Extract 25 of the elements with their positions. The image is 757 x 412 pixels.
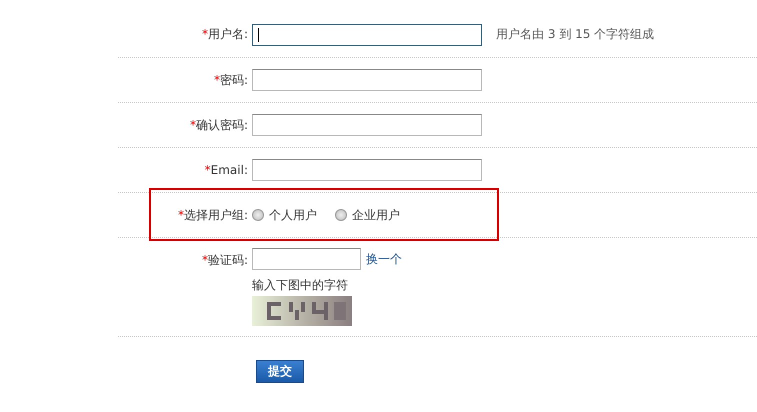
input-field[interactable] (252, 69, 482, 91)
required-mark: * (202, 253, 208, 267)
radio-button[interactable] (335, 209, 347, 221)
input-field[interactable] (252, 248, 361, 270)
required-mark: * (204, 163, 211, 177)
submit-button[interactable]: 提交 (256, 360, 304, 383)
required-mark: * (202, 27, 208, 41)
field-label: 用户名: (208, 27, 248, 41)
captcha-note: 输入下图中的字符 (252, 277, 348, 294)
field-label: 选择用户组: (184, 208, 248, 222)
required-mark: * (178, 208, 184, 222)
input-field[interactable] (252, 114, 482, 136)
radio-label[interactable]: 个人用户 (269, 206, 317, 224)
field-label: 密码: (220, 72, 248, 86)
refresh-link[interactable]: 换一个 (366, 250, 402, 268)
input-field[interactable] (252, 159, 482, 181)
field-label: 确认密码: (196, 118, 248, 132)
field-label: 验证码: (208, 253, 248, 267)
field-label: Email: (210, 163, 248, 177)
field-hint: 用户名由 3 到 15 个字符组成 (496, 26, 654, 43)
required-mark: * (190, 118, 196, 132)
required-mark: * (214, 72, 220, 86)
input-field[interactable] (252, 24, 482, 46)
radio-label[interactable]: 企业用户 (352, 206, 400, 224)
radio-button[interactable] (252, 209, 264, 221)
